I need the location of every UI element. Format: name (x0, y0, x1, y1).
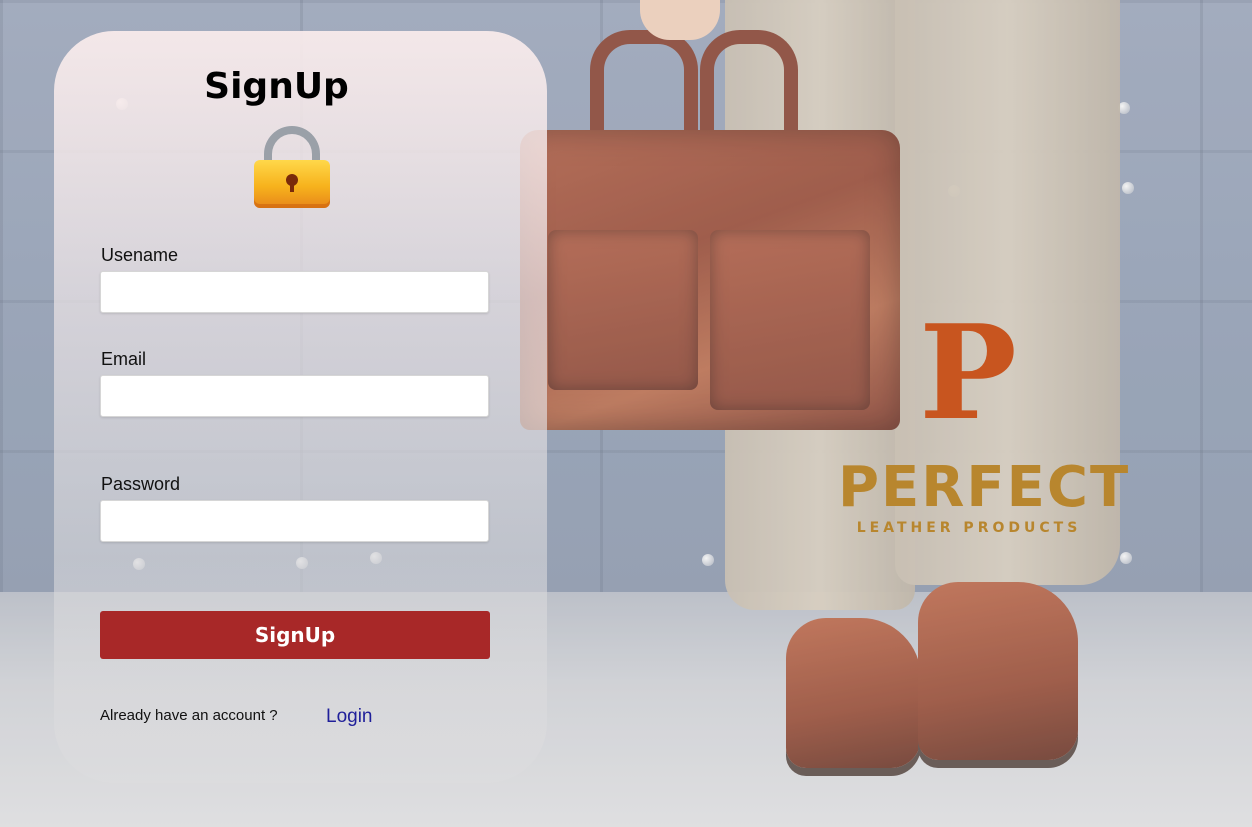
lock-icon (254, 126, 330, 208)
signup-button[interactable]: SignUp (100, 611, 490, 659)
page-title: SignUp (204, 66, 349, 107)
login-link[interactable]: Login (326, 706, 373, 728)
logo-wordmark: PERFECT (838, 455, 1131, 520)
email-label: Email (101, 349, 147, 369)
logo-subtitle: LEATHER PRODUCTS (856, 520, 1082, 536)
username-label: Usename (101, 245, 179, 265)
username-field[interactable] (100, 271, 489, 313)
already-have-account-text: Already have an account ? (100, 707, 278, 724)
lock-keyslot (290, 182, 294, 192)
signup-screen: P PERFECT LEATHER PRODUCTS SignUp Usenam… (0, 0, 1252, 827)
password-field[interactable] (100, 500, 489, 542)
logo-monogram: P (919, 296, 1017, 449)
email-field[interactable] (100, 375, 489, 417)
password-label: Password (101, 474, 181, 494)
brand-logo: P PERFECT LEATHER PRODUCTS (838, 296, 1131, 548)
